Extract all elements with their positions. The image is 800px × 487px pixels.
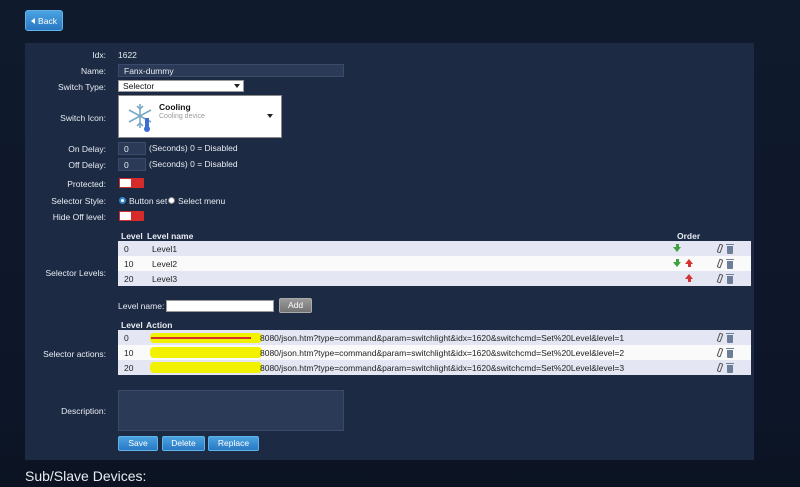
back-button[interactable]: Back [25, 10, 63, 31]
on-delay-input[interactable]: 0 [118, 142, 146, 155]
on-delay-hint: (Seconds) 0 = Disabled [149, 143, 238, 153]
name-input[interactable]: Fanx-dummy [118, 64, 344, 77]
action-url: 8080/json.htm?type=command&param=switchl… [260, 363, 625, 373]
switch-icon-select[interactable]: Cooling Cooling device [118, 95, 282, 138]
trash-icon[interactable] [726, 274, 734, 284]
protected-label: Protected: [67, 179, 106, 189]
action-row[interactable]: 0 8080/json.htm?type=command&param=switc… [118, 330, 751, 345]
edit-icon[interactable] [716, 362, 724, 373]
levels-header-name: Level name [147, 231, 194, 241]
level-value: 10 [124, 259, 134, 269]
move-down-icon[interactable] [673, 262, 681, 267]
action-level: 20 [124, 363, 134, 373]
trash-icon[interactable] [726, 259, 734, 269]
chevron-down-icon [267, 114, 273, 118]
level-row[interactable]: 0 Level1 [118, 241, 751, 256]
edit-icon[interactable] [716, 258, 724, 269]
trash-icon[interactable] [726, 333, 734, 343]
edit-icon[interactable] [716, 273, 724, 284]
level-value: 20 [124, 274, 134, 284]
action-row[interactable]: 10 8080/json.htm?type=command&param=swit… [118, 345, 751, 360]
level-name-label: Level name: [118, 301, 165, 311]
level-row[interactable]: 20 Level3 [118, 271, 751, 286]
style-option-1: Button set [129, 196, 168, 206]
back-label: Back [38, 15, 57, 26]
move-down-icon[interactable] [673, 247, 681, 252]
save-button[interactable]: Save [118, 436, 158, 451]
on-delay-label: On Delay: [68, 144, 106, 154]
protected-toggle[interactable] [119, 178, 144, 188]
level-row[interactable]: 10 Level2 [118, 256, 751, 271]
switch-icon-label: Switch Icon: [60, 113, 106, 123]
action-url: 8080/json.htm?type=command&param=switchl… [260, 348, 625, 358]
off-delay-hint: (Seconds) 0 = Disabled [149, 159, 238, 169]
action-url: 8080/json.htm?type=command&param=switchl… [260, 333, 625, 343]
trash-icon[interactable] [726, 348, 734, 358]
selector-levels-label: Selector Levels: [45, 268, 106, 278]
actions-header-action: Action [146, 320, 173, 330]
radio-select-menu[interactable] [168, 197, 175, 204]
off-delay-input[interactable]: 0 [118, 158, 146, 171]
hide-off-label: Hide Off level: [52, 212, 106, 222]
idx-value: 1622 [118, 50, 137, 60]
trash-icon[interactable] [726, 244, 734, 254]
redacted-highlight [150, 362, 262, 373]
icon-subtitle: Cooling device [159, 113, 205, 120]
level-value: 0 [124, 244, 129, 254]
switch-type-value: Selector [123, 81, 155, 91]
idx-label: Idx: [92, 50, 106, 60]
device-edit-panel: Idx: 1622 Name: Fanx-dummy Switch Type: … [25, 43, 754, 460]
style-option-2: Select menu [178, 196, 226, 206]
add-button[interactable]: Add [279, 298, 312, 313]
edit-icon[interactable] [716, 332, 724, 343]
level-name: Level2 [152, 259, 178, 269]
action-level: 10 [124, 348, 134, 358]
hide-off-toggle[interactable] [119, 211, 144, 221]
level-name: Level3 [152, 274, 178, 284]
delete-button[interactable]: Delete [162, 436, 205, 451]
sub-devices-title: Sub/Slave Devices: [25, 468, 147, 484]
off-delay-label: Off Delay: [68, 160, 106, 170]
description-label: Description: [61, 406, 106, 416]
redacted-highlight [150, 347, 262, 358]
selector-style-label: Selector Style: [51, 196, 106, 206]
trash-icon[interactable] [726, 363, 734, 373]
name-label: Name: [80, 66, 106, 76]
levels-header-order: Order [677, 231, 701, 241]
chevron-down-icon [234, 84, 240, 88]
switch-type-select[interactable]: Selector [118, 80, 244, 92]
action-row[interactable]: 20 8080/json.htm?type=command&param=swit… [118, 360, 751, 375]
switch-type-label: Switch Type: [57, 82, 106, 92]
description-textarea[interactable] [118, 390, 344, 431]
replace-button[interactable]: Replace [208, 436, 259, 451]
selector-actions-label: Selector actions: [43, 349, 106, 359]
back-arrow-icon [31, 17, 36, 24]
action-level: 0 [124, 333, 129, 343]
actions-header-level: Level [121, 320, 143, 330]
snowflake-icon [128, 104, 152, 132]
level-name-input[interactable] [166, 300, 274, 312]
edit-icon[interactable] [716, 347, 724, 358]
icon-title: Cooling [159, 102, 191, 112]
level-name: Level1 [152, 244, 178, 254]
radio-button-set[interactable] [119, 197, 126, 204]
levels-header-level: Level [121, 231, 143, 241]
edit-icon[interactable] [716, 243, 724, 254]
